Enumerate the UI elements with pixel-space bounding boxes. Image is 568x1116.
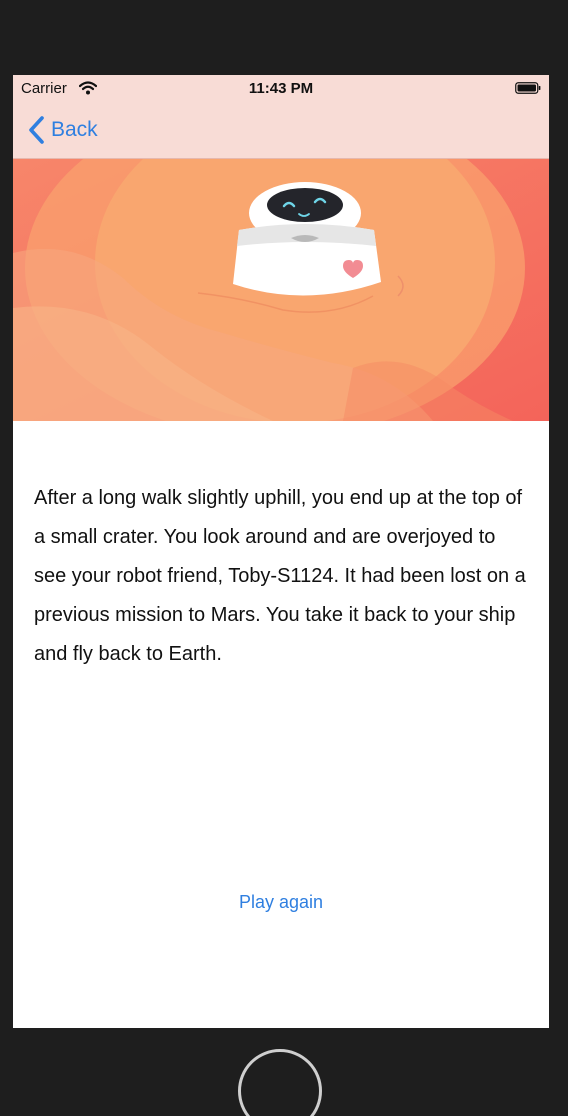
back-label: Back (51, 118, 98, 141)
back-button[interactable]: Back (27, 113, 98, 147)
home-button[interactable] (238, 1049, 322, 1116)
status-bar: Carrier 11:43 PM (13, 75, 549, 103)
chevron-left-icon (29, 116, 44, 144)
hero-illustration (13, 158, 549, 421)
top-bars: Carrier 11:43 PM Back (13, 75, 549, 159)
status-time: 11:43 PM (248, 80, 314, 97)
play-again-button[interactable]: Play again (13, 892, 549, 913)
navigation-bar: Back (13, 111, 549, 151)
robot-on-mars-illustration (13, 158, 549, 421)
battery-icon (515, 82, 541, 94)
app-screen: Carrier 11:43 PM Back After a long walk … (13, 75, 549, 1028)
story-text: After a long walk slightly uphill, you e… (34, 487, 526, 665)
device-frame: Carrier 11:43 PM Back After a long walk … (0, 0, 568, 1116)
